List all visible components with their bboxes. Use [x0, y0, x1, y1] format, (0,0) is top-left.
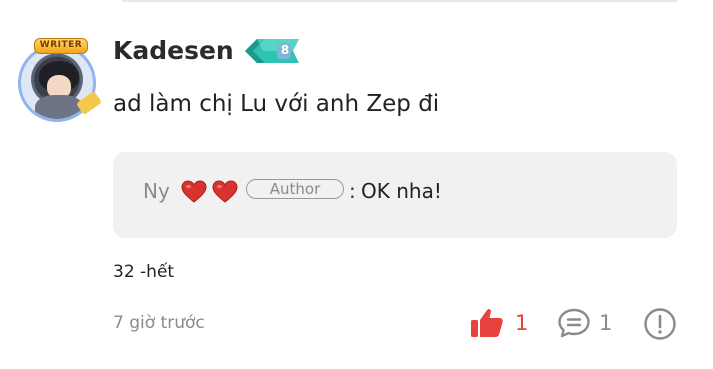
reply-text: OK nha! [361, 179, 442, 203]
level-number: 8 [280, 43, 290, 57]
avatar-body [35, 95, 83, 119]
comment-text: ad làm chị Lu với anh Zep đi [113, 91, 440, 117]
reply-author[interactable]: Ny [143, 179, 170, 203]
heart-icon [181, 180, 207, 203]
heart-icon [212, 180, 238, 203]
top-divider [122, 0, 677, 2]
thumbs-up-icon [471, 309, 503, 337]
report-button[interactable] [643, 307, 677, 341]
like-button[interactable]: 1 [470, 305, 534, 341]
author-tag: Author [246, 179, 344, 199]
reply-button[interactable]: 1 [557, 305, 621, 341]
level-badge: 8 [243, 38, 301, 64]
reply-preview[interactable]: Ny Author : OK nha! [113, 152, 677, 238]
writer-badge: WRITER [34, 38, 88, 54]
avatar[interactable]: WRITER [14, 38, 106, 124]
reply-count: 1 [599, 311, 613, 335]
username[interactable]: Kadesen [113, 36, 234, 65]
chapter-label[interactable]: 32 -hết [113, 262, 174, 282]
speech-bubble-icon [558, 308, 590, 338]
reply-colon: : [349, 179, 356, 203]
timestamp: 7 giờ trước [113, 313, 205, 333]
level-badge-icon [245, 39, 299, 63]
exclamation-circle-icon [644, 308, 676, 340]
like-count: 1 [515, 311, 529, 335]
